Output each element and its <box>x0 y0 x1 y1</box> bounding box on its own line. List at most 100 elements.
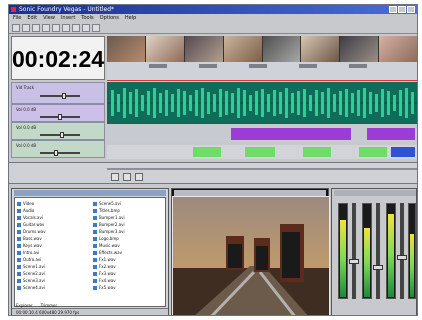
marker[interactable] <box>349 64 367 68</box>
list-item[interactable]: Bumper2.avi <box>93 221 167 228</box>
file-icon <box>17 278 21 283</box>
timeline-ruler[interactable] <box>107 62 417 83</box>
menu-help[interactable]: Help <box>125 14 136 22</box>
minimize-button[interactable] <box>389 6 397 13</box>
timeline-scrollbar[interactable] <box>107 168 417 170</box>
menu-tools[interactable]: Tools <box>81 14 93 22</box>
file-name: Vocals.avi <box>23 215 43 220</box>
list-item[interactable]: Scene1.avi <box>17 263 91 270</box>
open-button[interactable] <box>22 24 30 32</box>
list-item[interactable]: Fx2.wav <box>93 263 167 270</box>
menu-edit[interactable]: Edit <box>27 14 37 22</box>
menu-view[interactable]: View <box>43 14 55 22</box>
channel-fader[interactable] <box>397 203 407 299</box>
video-preview[interactable] <box>171 188 330 315</box>
list-item[interactable]: Drums.wav <box>17 228 91 235</box>
tab-trimmer[interactable]: Trimmer <box>41 303 58 309</box>
track-name: Vol 0.0 dB <box>16 125 37 130</box>
waveform-main[interactable] <box>107 82 417 124</box>
list-item[interactable]: Bumper1.avi <box>93 214 167 221</box>
track-slider[interactable] <box>40 114 80 120</box>
video-frame <box>172 196 330 315</box>
track-header-audio-2[interactable]: Vol 0.0 dB <box>11 122 105 140</box>
track-header-audio-1[interactable]: Vol 0.0 dB <box>11 104 105 122</box>
list-item[interactable]: Scene2.avi <box>17 270 91 277</box>
new-button[interactable] <box>12 24 20 32</box>
zoom-button[interactable] <box>92 24 100 32</box>
track-header-video[interactable]: Vid Track <box>11 82 105 104</box>
stop-button[interactable] <box>123 173 131 181</box>
paste-button[interactable] <box>62 24 70 32</box>
selected-audio-clip[interactable] <box>391 147 415 157</box>
save-button[interactable] <box>32 24 40 32</box>
file-icon <box>17 243 21 248</box>
marker[interactable] <box>249 64 267 68</box>
file-icon <box>17 215 21 220</box>
list-item[interactable]: Bass.wav <box>17 235 91 242</box>
list-item[interactable]: Audio <box>17 207 91 214</box>
track-name: Vol 0.0 dB <box>16 107 37 112</box>
menu-file[interactable]: File <box>13 14 21 22</box>
video-thumbnail-strip[interactable] <box>107 36 417 62</box>
file-name: Effects.wav <box>99 250 122 255</box>
maximize-button[interactable] <box>398 6 406 13</box>
list-item[interactable]: Titles.bmp <box>93 207 167 214</box>
marker[interactable] <box>199 64 217 68</box>
green-audio-track[interactable] <box>107 145 417 159</box>
list-item[interactable]: Vocals.avi <box>17 214 91 221</box>
list-item[interactable]: Music.wav <box>93 242 167 249</box>
audio-clip[interactable] <box>359 147 387 157</box>
audio-clip[interactable] <box>245 147 275 157</box>
marker[interactable] <box>299 64 317 68</box>
list-item[interactable]: Scene5.avi <box>93 200 167 207</box>
list-item[interactable]: Keys.wav <box>17 242 91 249</box>
list-item[interactable]: Scene3.avi <box>17 277 91 284</box>
main-window: Sonic Foundry Vegas - Untitled* File Edi… <box>8 4 418 316</box>
list-item[interactable]: Fx3.wav <box>93 270 167 277</box>
list-item[interactable]: Outro.avi <box>17 256 91 263</box>
tab-explorer[interactable]: Explorer <box>16 303 33 309</box>
time-display: 00:02:24 <box>11 36 105 80</box>
list-item[interactable]: Fx5.wav <box>93 284 167 291</box>
file-name: Scene5.avi <box>99 201 121 206</box>
list-item[interactable]: Fx4.wav <box>93 277 167 284</box>
track-header-audio-3[interactable]: Vol 0.0 dB <box>11 140 105 158</box>
list-item[interactable]: Video <box>17 200 91 207</box>
redo-button[interactable] <box>82 24 90 32</box>
file-icon <box>93 201 97 206</box>
file-list[interactable]: Video Audio Vocals.avi Guitar.wav Drums.… <box>14 197 166 307</box>
channel-fader[interactable] <box>349 203 359 299</box>
file-name: Video <box>23 201 35 206</box>
track-slider[interactable] <box>40 150 80 156</box>
file-icon <box>93 271 97 276</box>
list-item[interactable]: Scene4.avi <box>17 284 91 291</box>
level-meter <box>362 203 372 299</box>
list-item[interactable]: Fx1.wav <box>93 256 167 263</box>
channel-fader[interactable] <box>373 203 383 299</box>
undo-button[interactable] <box>72 24 80 32</box>
list-item[interactable]: Intro.avi <box>17 249 91 256</box>
cut-button[interactable] <box>42 24 50 32</box>
list-item[interactable]: Logo.bmp <box>93 235 167 242</box>
mixer-toolbar <box>334 190 416 196</box>
menu-options[interactable]: Options <box>100 14 119 22</box>
file-icon <box>17 257 21 262</box>
file-icon <box>17 229 21 234</box>
record-button[interactable] <box>135 173 143 181</box>
track-slider[interactable] <box>40 93 80 99</box>
close-button[interactable] <box>407 6 415 13</box>
list-item[interactable]: Bumper3.avi <box>93 228 167 235</box>
track-slider[interactable] <box>40 132 80 138</box>
audio-clip[interactable] <box>367 128 415 140</box>
audio-clip[interactable] <box>193 147 221 157</box>
list-item[interactable]: Guitar.wav <box>17 221 91 228</box>
marker[interactable] <box>149 64 167 68</box>
menu-insert[interactable]: Insert <box>61 14 75 22</box>
audio-clip[interactable] <box>231 128 351 140</box>
audio-clip[interactable] <box>303 147 331 157</box>
purple-audio-track[interactable] <box>107 126 417 142</box>
copy-button[interactable] <box>52 24 60 32</box>
file-icon <box>93 236 97 241</box>
play-button[interactable] <box>111 173 119 181</box>
list-item[interactable]: Effects.wav <box>93 249 167 256</box>
